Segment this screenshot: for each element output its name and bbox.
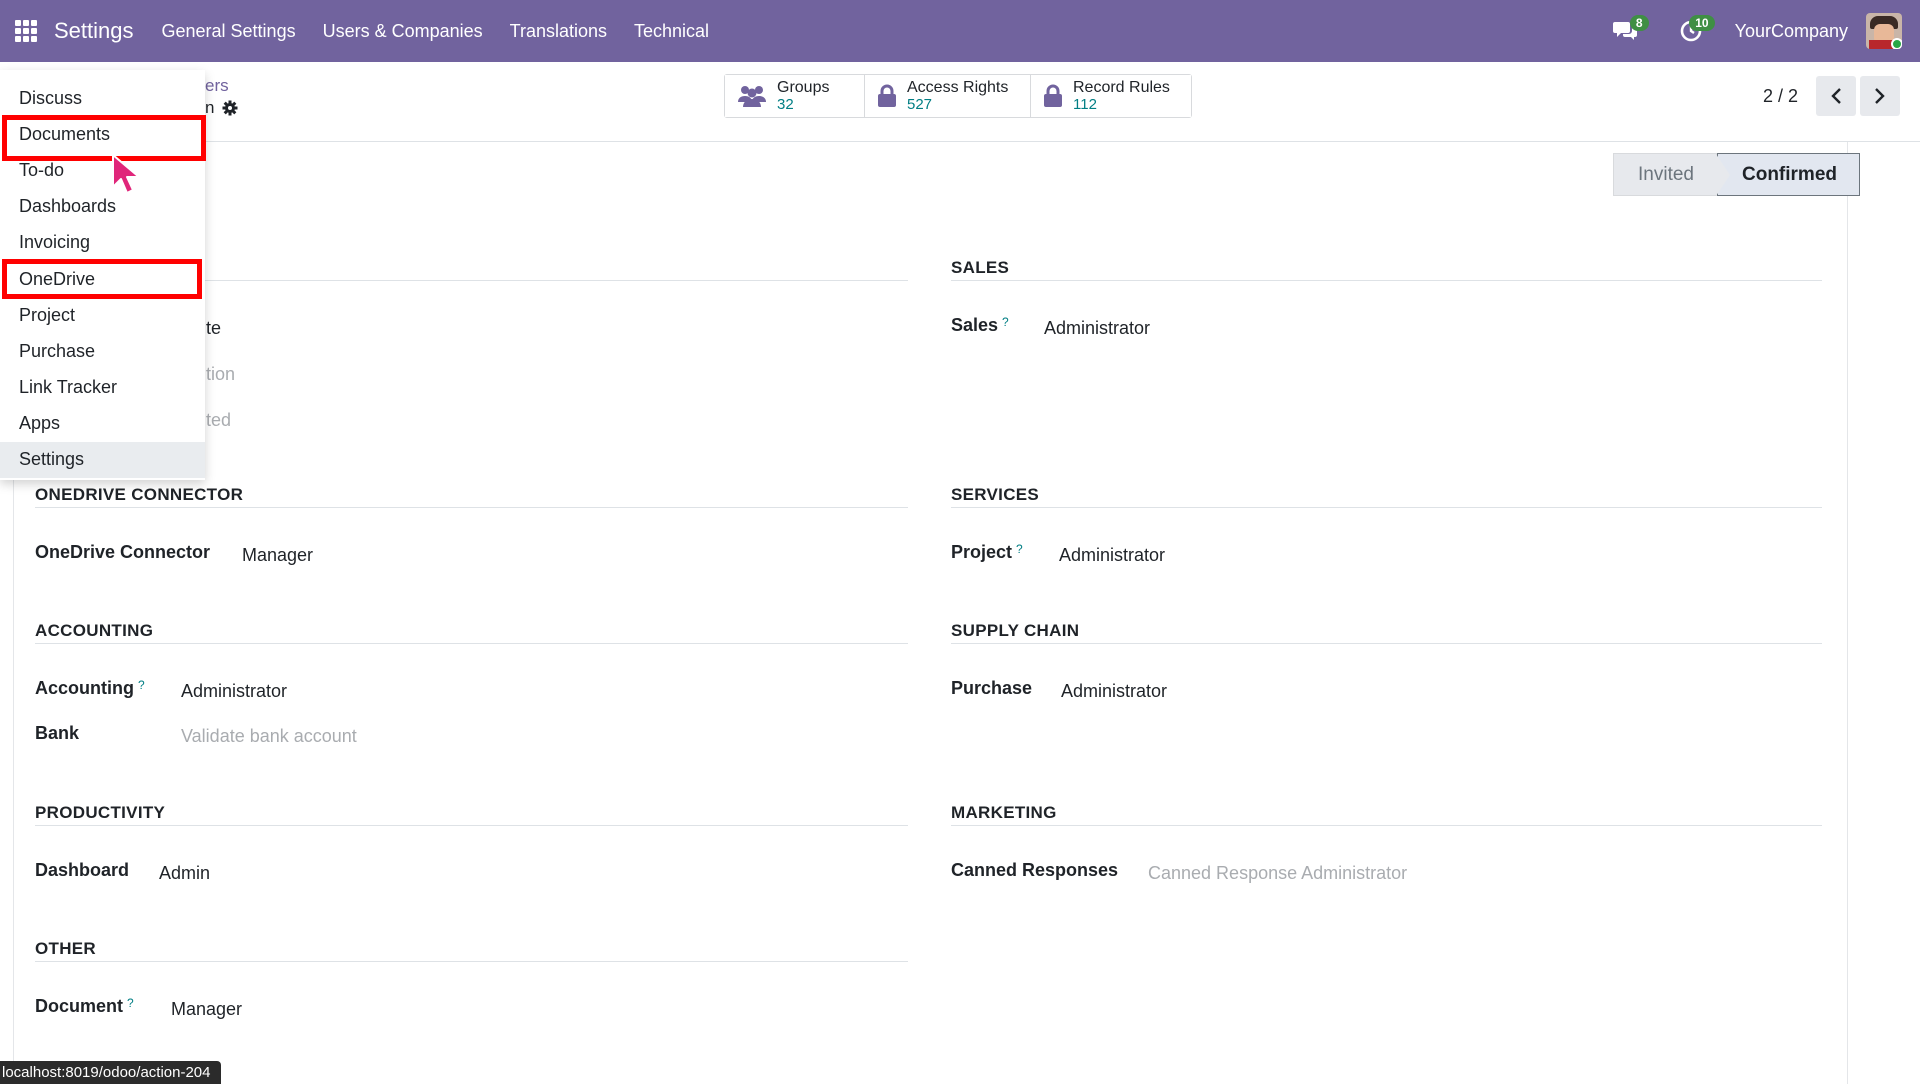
section-divider: [35, 825, 908, 826]
smart-buttons: Groups 32 Access Rights 527 Record Rules…: [724, 74, 1192, 118]
lock-icon: [1044, 84, 1062, 107]
app-item-project[interactable]: Project: [0, 297, 205, 333]
section-title-accounting: ACCOUNTING: [35, 621, 154, 640]
bank-label: Bank: [35, 723, 80, 743]
activities-badge: 10: [1689, 15, 1715, 31]
stage-confirmed[interactable]: Confirmed: [1717, 153, 1860, 196]
online-status-icon: [1891, 38, 1902, 49]
section-divider: [951, 507, 1822, 508]
top-navbar: Settings General Settings Users & Compan…: [0, 0, 1920, 62]
menu-users-companies[interactable]: Users & Companies: [323, 21, 483, 42]
pager-previous-button[interactable]: [1816, 76, 1856, 116]
section-title-marketing: MARKETING: [951, 803, 1057, 822]
access-rights-count: 527: [907, 96, 933, 113]
app-item-purchase[interactable]: Purchase: [0, 333, 205, 369]
highlight-box-documents: [2, 115, 206, 161]
section-divider: [35, 643, 908, 644]
sales-label: Sales?: [951, 315, 1009, 335]
status-url: localhost:8019/odoo/action-204: [0, 1061, 221, 1084]
section-title-services: SERVICES: [951, 485, 1040, 504]
sales-value[interactable]: Administrator: [1044, 318, 1150, 339]
accounting-label: Accounting?: [35, 678, 145, 698]
app-item-discuss[interactable]: Discuss: [0, 80, 205, 116]
breadcrumb[interactable]: ers: [205, 76, 229, 96]
grid-icon: [15, 20, 37, 42]
groups-smart-button[interactable]: Groups 32: [725, 75, 865, 117]
gear-icon[interactable]: [222, 100, 238, 116]
onedrive-connector-value[interactable]: Manager: [242, 545, 313, 566]
control-panel: ers n Groups 32 Access Rights 527 Record…: [0, 62, 1920, 142]
help-icon[interactable]: ?: [138, 678, 145, 692]
document-label: Document?: [35, 996, 134, 1016]
record-rules-label: Record Rules: [1073, 79, 1170, 96]
pager: 2 / 2: [1763, 76, 1900, 116]
form-sheet: [13, 142, 1848, 1084]
onedrive-connector-label: OneDrive Connector: [35, 542, 211, 562]
help-icon[interactable]: ?: [1002, 315, 1009, 329]
accounting-value[interactable]: Administrator: [181, 681, 287, 702]
company-switcher[interactable]: YourCompany: [1735, 21, 1848, 42]
menu-translations[interactable]: Translations: [510, 21, 607, 42]
section-divider: [951, 825, 1822, 826]
pager-next-button[interactable]: [1860, 76, 1900, 116]
record-rules-smart-button[interactable]: Record Rules 112: [1031, 75, 1191, 117]
app-item-apps[interactable]: Apps: [0, 406, 205, 442]
apps-menu-button[interactable]: [0, 0, 52, 62]
highlight-box-onedrive: [2, 259, 202, 299]
chevron-right-icon: [1875, 88, 1885, 104]
help-icon[interactable]: ?: [1016, 542, 1023, 556]
section-divider: [35, 961, 908, 962]
app-item-settings[interactable]: Settings: [0, 441, 205, 479]
app-item-dashboards[interactable]: Dashboards: [0, 189, 205, 225]
record-title-text: n: [205, 98, 215, 117]
access-rights-label: Access Rights: [907, 79, 1009, 96]
canned-responses-label: Canned Responses: [951, 860, 1119, 880]
messages-badge: 8: [1629, 15, 1649, 31]
section-title-productivity: PRODUCTIVITY: [35, 803, 166, 822]
dashboard-label: Dashboard: [35, 860, 130, 880]
stage-invited[interactable]: Invited: [1613, 153, 1730, 196]
mouse-cursor-icon: [112, 154, 140, 194]
app-item-link-tracker[interactable]: Link Tracker: [0, 370, 205, 406]
app-title[interactable]: Settings: [54, 18, 134, 44]
canned-responses-field[interactable]: Canned Response Administrator: [1148, 863, 1407, 884]
groups-count: 32: [777, 96, 794, 113]
chevron-left-icon: [1831, 88, 1841, 104]
help-icon[interactable]: ?: [127, 996, 134, 1010]
groups-label: Groups: [777, 79, 830, 96]
menu-general-settings[interactable]: General Settings: [162, 21, 296, 42]
section-title-sales: SALES: [951, 258, 1010, 277]
section-title-supply-chain: SUPPLY CHAIN: [951, 621, 1080, 640]
messages-button[interactable]: 8: [1603, 11, 1649, 51]
app-item-invoicing[interactable]: Invoicing: [0, 225, 205, 261]
status-bar: Invited Confirmed: [1613, 153, 1860, 196]
access-rights-smart-button[interactable]: Access Rights 527: [865, 75, 1031, 117]
section-divider: [35, 507, 908, 508]
purchase-label: Purchase: [951, 678, 1033, 698]
hidden-field-fragment: te: [206, 318, 222, 338]
hidden-field-fragment: tion: [206, 364, 236, 384]
menu-technical[interactable]: Technical: [634, 21, 709, 42]
project-value[interactable]: Administrator: [1059, 545, 1165, 566]
section-divider: [951, 643, 1822, 644]
users-icon: [738, 86, 766, 107]
dashboard-value[interactable]: Admin: [159, 863, 210, 884]
project-label: Project?: [951, 542, 1023, 562]
record-title: n: [205, 98, 238, 118]
hidden-field-fragment: ted: [206, 410, 232, 430]
pager-value: 2 / 2: [1762, 85, 1798, 106]
record-rules-count: 112: [1073, 96, 1097, 113]
document-value[interactable]: Manager: [171, 999, 242, 1020]
bank-field[interactable]: Validate bank account: [181, 726, 357, 747]
section-title-onedrive: ONEDRIVE CONNECTOR: [35, 485, 244, 504]
activities-button[interactable]: 10: [1669, 11, 1715, 51]
section-title-other: OTHER: [35, 939, 96, 958]
section-divider: [951, 280, 1822, 281]
lock-icon: [878, 84, 896, 107]
user-avatar[interactable]: [1866, 13, 1902, 49]
purchase-value[interactable]: Administrator: [1061, 681, 1167, 702]
